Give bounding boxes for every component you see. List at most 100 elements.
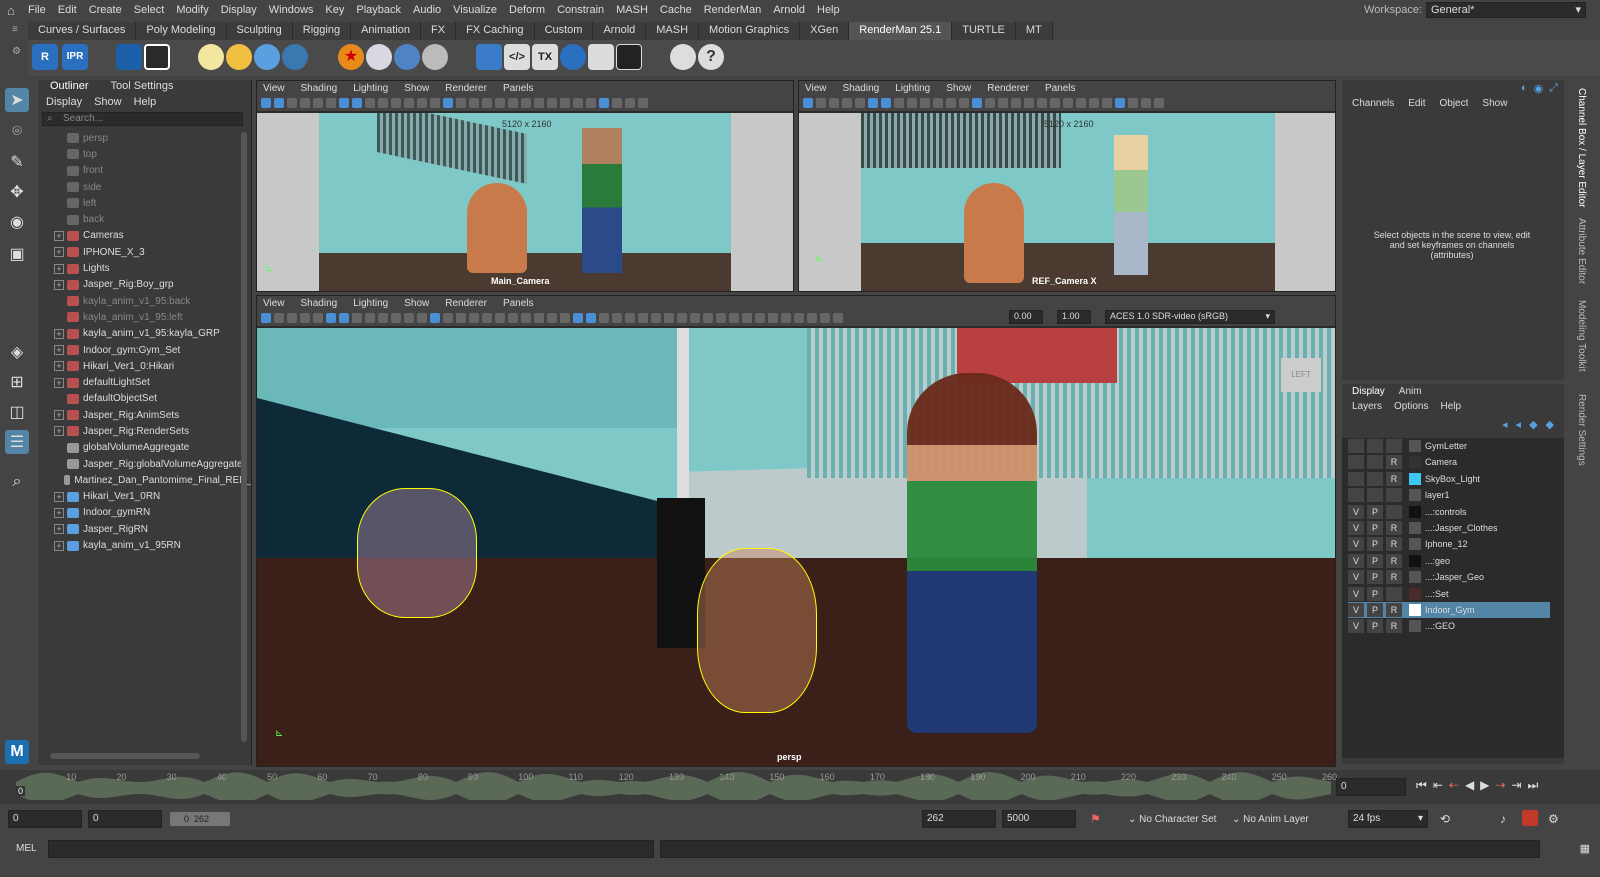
anim-layer-dropdown[interactable]: ⌄ No Anim Layer — [1232, 814, 1309, 825]
layer-row[interactable]: V P ...:Set — [1348, 586, 1550, 602]
sphere-icon[interactable] — [422, 44, 448, 70]
viewport-persp[interactable]: View Shading Lighting Show Renderer Panels 0.… — [256, 295, 1336, 767]
layer-row[interactable]: V P R Iphone_12 — [1348, 536, 1550, 552]
move-tool-icon[interactable]: ✥ — [5, 180, 29, 204]
outliner-item[interactable]: + Cameras — [54, 228, 251, 244]
outliner-item[interactable]: kayla_anim_v1_95:left — [54, 309, 251, 325]
layer-p-toggle[interactable]: P — [1367, 603, 1383, 617]
layer-p-toggle[interactable]: P — [1367, 504, 1383, 519]
clapper-icon[interactable] — [144, 44, 170, 70]
layer-r-toggle[interactable] — [1386, 488, 1402, 503]
layer-color-swatch[interactable] — [1409, 538, 1421, 551]
layer-v-toggle[interactable]: V — [1348, 570, 1364, 585]
shelf-settings-icon[interactable]: ≡ ⚙ — [12, 24, 22, 74]
side-tab-render-settings[interactable]: Render Settings — [1576, 394, 1587, 466]
layer-v-toggle[interactable]: V — [1348, 537, 1364, 552]
exposure-field[interactable]: 0.00 — [1009, 310, 1043, 324]
viewport-menu-item[interactable]: Lighting — [353, 298, 388, 309]
shelf-tab[interactable]: Curves / Surfaces — [28, 22, 137, 40]
search-icon[interactable]: ⌕ — [5, 470, 29, 494]
expand-toggle-icon[interactable]: + — [54, 263, 64, 274]
script-editor-icon[interactable]: ▦ — [1580, 842, 1590, 855]
renderman-render-icon[interactable]: R — [32, 44, 58, 70]
layer-row[interactable]: V P R Indoor_Gym — [1348, 602, 1550, 618]
move-layer-up-icon[interactable]: ◂ — [1502, 418, 1508, 431]
menu-item-constrain[interactable]: Constrain — [551, 4, 610, 16]
select-tool-icon[interactable]: ➤ — [5, 88, 29, 112]
layer-r-toggle[interactable] — [1386, 504, 1402, 519]
expand-toggle-icon[interactable]: + — [54, 507, 64, 518]
channel-settings-icon[interactable]: ◉ — [1534, 82, 1544, 95]
colorspace-dropdown[interactable]: ACES 1.0 SDR-video (sRGB) ▾ — [1105, 310, 1275, 324]
shelf-tab[interactable]: Motion Graphics — [699, 22, 801, 40]
side-tab-attribute-editor[interactable]: Attribute Editor — [1576, 218, 1587, 284]
layer-row[interactable]: GymLetter — [1348, 438, 1550, 454]
render-view-icon[interactable] — [116, 44, 142, 70]
layer-r-toggle[interactable]: R — [1386, 603, 1402, 617]
animation-end-field[interactable]: 5000 — [1002, 810, 1076, 828]
channel-box-menu-item[interactable]: Edit — [1408, 98, 1425, 109]
cube-icon[interactable] — [476, 44, 502, 70]
layer-color-swatch[interactable] — [1409, 522, 1421, 534]
viewcube-icon[interactable]: LEFT — [1281, 358, 1321, 392]
menu-item-mash[interactable]: MASH — [610, 4, 654, 16]
layer-editor-tab[interactable]: Display — [1352, 386, 1385, 397]
menu-item-renderman[interactable]: RenderMan — [698, 4, 767, 16]
layer-v-toggle[interactable] — [1348, 439, 1364, 453]
gear-light-icon[interactable] — [394, 44, 420, 70]
shelf-tab[interactable]: Rigging — [292, 22, 352, 40]
expand-toggle-icon[interactable]: + — [54, 328, 64, 339]
layer-v-toggle[interactable]: V — [1348, 504, 1364, 519]
viewport-menu-item[interactable]: Lighting — [895, 83, 930, 94]
hook-icon[interactable] — [670, 44, 696, 70]
menu-item-select[interactable]: Select — [128, 4, 171, 16]
range-bar[interactable]: 0 262 — [170, 812, 230, 826]
wave-icon[interactable] — [616, 44, 642, 70]
shelf-tab[interactable]: FX Caching — [456, 22, 535, 40]
expand-toggle-icon[interactable]: + — [54, 426, 64, 437]
expand-toggle-icon[interactable]: + — [54, 410, 64, 421]
layer-r-toggle[interactable]: R — [1386, 619, 1402, 634]
outliner-scrollbar[interactable] — [241, 132, 247, 742]
layer-p-toggle[interactable]: P — [1367, 521, 1383, 535]
step-forward-icon[interactable]: ⇢ — [1495, 778, 1505, 793]
layer-editor-menu-item[interactable]: Options — [1394, 401, 1428, 412]
sky-icon[interactable] — [366, 44, 392, 70]
viewport-menu-item[interactable]: Renderer — [987, 83, 1029, 94]
tx-icon[interactable]: TX — [532, 44, 558, 70]
outliner-item[interactable]: defaultObjectSet — [54, 391, 251, 407]
layer-row[interactable]: R Camera — [1348, 454, 1550, 470]
outliner-item[interactable]: + Indoor_gymRN — [54, 505, 251, 521]
layer-v-toggle[interactable] — [1348, 471, 1364, 486]
expand-toggle-icon[interactable]: + — [54, 345, 64, 355]
outliner-item[interactable]: + Jasper_RigRN — [54, 521, 251, 537]
layer-row[interactable]: V P R ...:geo — [1348, 553, 1550, 569]
layer-row[interactable]: V P R ...:Jasper_Clothes — [1348, 520, 1550, 536]
outliner-layout-icon[interactable]: ☰ — [5, 430, 29, 454]
outliner-menu-item[interactable]: Show — [94, 96, 122, 108]
layer-color-swatch[interactable] — [1409, 571, 1421, 584]
play-backward-icon[interactable]: ◀ — [1465, 778, 1474, 793]
viewport-menu-item[interactable]: Lighting — [353, 83, 388, 94]
viewport-menu-item[interactable]: Renderer — [445, 298, 487, 309]
new-layer-icon[interactable]: ◆ — [1529, 418, 1537, 431]
layer-p-toggle[interactable] — [1367, 439, 1383, 453]
outliner-menu-item[interactable]: Display — [46, 96, 82, 108]
menu-item-file[interactable]: File — [22, 4, 52, 16]
layer-color-swatch[interactable] — [1409, 472, 1421, 485]
viewport-menu-item[interactable]: Shading — [301, 83, 338, 94]
menu-item-key[interactable]: Key — [319, 4, 350, 16]
layer-v-toggle[interactable]: V — [1348, 586, 1364, 601]
playback-end-field[interactable]: 262 — [922, 810, 996, 828]
layer-p-toggle[interactable]: P — [1367, 619, 1383, 634]
expand-toggle-icon[interactable]: + — [54, 377, 64, 388]
auto-key-icon[interactable]: ⚑ — [1090, 812, 1101, 826]
viewport-menu-item[interactable]: Panels — [503, 83, 534, 94]
time-slider[interactable]: 10 20 30 40 50 60 70 80 90 100 110 120 130 140 150 160 1… — [0, 770, 1600, 804]
layer-color-swatch[interactable] — [1409, 505, 1421, 518]
channel-box-menu-item[interactable]: Channels — [1352, 98, 1394, 109]
layer-v-toggle[interactable]: V — [1348, 553, 1364, 568]
shelf-tab[interactable]: Custom — [534, 22, 594, 40]
outliner-item[interactable]: globalVolumeAggregate — [54, 440, 251, 456]
layer-v-toggle[interactable]: V — [1348, 619, 1364, 634]
